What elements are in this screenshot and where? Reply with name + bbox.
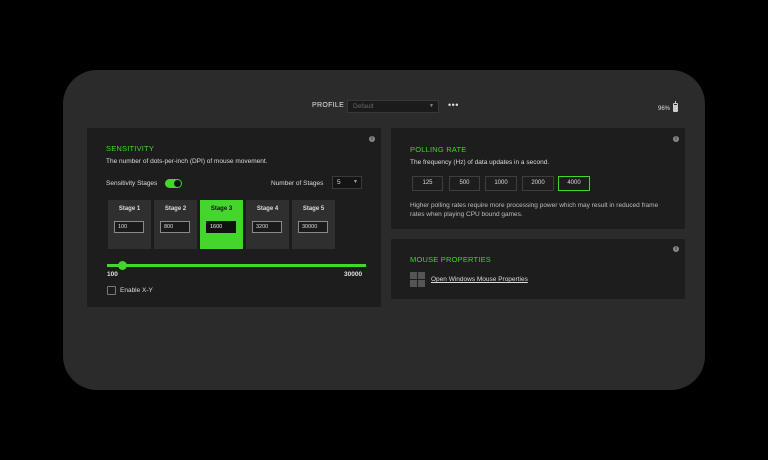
stage-label: Stage 5 [302,206,325,212]
toggle-knob [174,180,181,187]
polling-rate-panel: POLLING RATE i The frequency (Hz) of dat… [391,128,685,229]
battery-level: 96% [658,106,671,112]
stage-1[interactable]: Stage 1 100 [108,200,151,249]
slider-max-label: 30000 [344,271,363,278]
number-of-stages-value: 5 [337,179,341,186]
sensitivity-description: The number of dots-per-inch (DPI) of mou… [106,158,268,165]
mouse-properties-panel: MOUSE PROPERTIES i Open Windows Mouse Pr… [391,239,685,299]
stage-label: Stage 1 [118,206,141,212]
stage-dpi-input[interactable]: 1600 [206,221,236,233]
info-icon[interactable]: i [369,136,375,142]
polling-rate-note: Higher polling rates require more proces… [410,202,659,218]
profile-select-value: Default [353,103,374,110]
chevron-down-icon: ▼ [353,179,358,185]
polling-rate-description: The frequency (Hz) of data updates in a … [410,159,550,166]
sensitivity-title: SENSITIVITY [106,144,155,153]
stage-label: Stage 2 [164,206,187,212]
polling-rate-title: POLLING RATE [410,145,467,154]
rate-button-125[interactable]: 125 [412,176,443,191]
stage-label: Stage 4 [256,206,279,212]
mouse-properties-title: MOUSE PROPERTIES [410,255,491,264]
profile-label: PROFILE [312,102,345,109]
open-windows-mouse-properties-link[interactable]: Open Windows Mouse Properties [431,276,528,283]
enable-xy-label: Enable X-Y [120,287,153,294]
battery-icon [673,101,678,112]
dpi-slider-track[interactable] [107,264,366,267]
rate-button-2000[interactable]: 2000 [522,176,554,191]
number-of-stages-select[interactable]: 5 ▼ [332,176,362,189]
stage-dpi-input[interactable]: 3200 [252,221,282,233]
sensitivity-panel: SENSITIVITY i The number of dots-per-inc… [87,128,381,307]
stage-dpi-input[interactable]: 100 [114,221,144,233]
sensitivity-stages-label: Sensitivity Stages [106,180,158,187]
stage-3[interactable]: Stage 3 1600 [200,200,243,249]
dpi-slider-handle[interactable] [118,261,127,270]
info-icon[interactable]: i [673,246,679,252]
rate-button-500[interactable]: 500 [449,176,480,191]
profile-select[interactable]: Default ▼ [347,100,439,113]
enable-xy-checkbox[interactable] [107,286,116,295]
rate-button-1000[interactable]: 1000 [485,176,517,191]
number-of-stages-label: Number of Stages [271,180,324,187]
stage-dpi-input[interactable]: 30000 [298,221,328,233]
info-icon[interactable]: i [673,136,679,142]
windows-logo-icon [410,272,425,287]
stage-4[interactable]: Stage 4 3200 [246,200,289,249]
chevron-down-icon: ▼ [429,103,434,109]
stage-label: Stage 3 [210,206,233,212]
slider-min-label: 100 [107,271,118,278]
more-horizontal-icon[interactable]: ••• [448,100,459,110]
sensitivity-stages-toggle[interactable] [165,179,182,188]
stage-dpi-input[interactable]: 800 [160,221,190,233]
stage-5[interactable]: Stage 5 30000 [292,200,335,249]
stage-2[interactable]: Stage 2 800 [154,200,197,249]
rate-button-4000[interactable]: 4000 [558,176,590,191]
